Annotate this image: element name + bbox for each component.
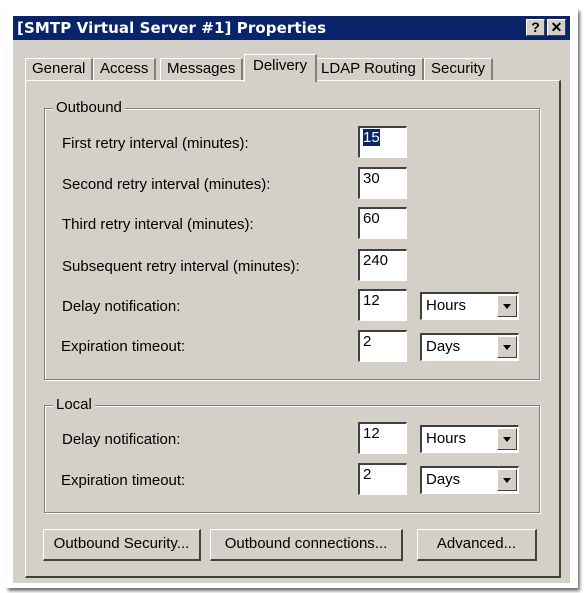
chevron-down-icon	[503, 478, 511, 483]
chevron-down-icon	[503, 304, 511, 309]
local-delay-notification-label: Delay notification:	[62, 431, 181, 448]
local-expiration-timeout-unit-select[interactable]: Days	[420, 466, 519, 494]
local-expiration-timeout-label: Expiration timeout:	[61, 472, 186, 489]
outbound-security-button[interactable]: Outbound Security...	[43, 529, 201, 561]
outbound-connections-button[interactable]: Outbound connections...	[210, 529, 403, 561]
advanced-button[interactable]: Advanced...	[417, 529, 537, 561]
outbound-expiration-timeout-unit-select[interactable]: Days	[420, 333, 519, 361]
dropdown-button[interactable]	[497, 428, 517, 450]
first-retry-input[interactable]: 15	[358, 126, 407, 158]
local-expiration-timeout-input[interactable]: 2	[358, 463, 407, 495]
tab-delivery[interactable]: Delivery	[244, 54, 318, 82]
close-icon: ✕	[550, 19, 563, 35]
tab-general[interactable]: General	[25, 58, 94, 80]
title-bar[interactable]: [SMTP Virtual Server #1] Properties ? ✕	[13, 16, 570, 40]
dropdown-button[interactable]	[497, 295, 517, 317]
help-button[interactable]: ?	[526, 19, 545, 36]
tab-ldap-routing[interactable]: LDAP Routing	[314, 58, 424, 80]
first-retry-label: First retry interval (minutes):	[62, 135, 249, 152]
second-retry-label: Second retry interval (minutes):	[62, 176, 271, 193]
outbound-group-label: Outbound	[53, 99, 125, 116]
local-group: Local	[44, 396, 540, 513]
properties-dialog: [SMTP Virtual Server #1] Properties ? ✕ …	[13, 16, 570, 583]
outbound-expiration-timeout-label: Expiration timeout:	[61, 338, 186, 355]
chevron-down-icon	[503, 437, 511, 442]
window-title: [SMTP Virtual Server #1] Properties	[17, 19, 327, 37]
tab-access[interactable]: Access	[93, 58, 157, 80]
local-delay-notification-unit-select[interactable]: Hours	[420, 425, 519, 453]
dropdown-button[interactable]	[497, 469, 517, 491]
third-retry-input[interactable]: 60	[358, 207, 407, 239]
dropdown-button[interactable]	[497, 336, 517, 358]
local-delay-notification-input[interactable]: 12	[358, 422, 407, 454]
outbound-expiration-timeout-input[interactable]: 2	[358, 330, 407, 362]
outbound-delay-notification-unit-select[interactable]: Hours	[420, 292, 519, 320]
outbound-delay-notification-label: Delay notification:	[62, 298, 181, 315]
local-group-label: Local	[53, 396, 95, 413]
outbound-delay-notification-input[interactable]: 12	[358, 289, 407, 321]
chevron-down-icon	[503, 345, 511, 350]
subsequent-retry-input[interactable]: 240	[358, 249, 407, 281]
close-button[interactable]: ✕	[547, 19, 566, 36]
tab-messages[interactable]: Messages	[160, 58, 244, 80]
subsequent-retry-label: Subsequent retry interval (minutes):	[62, 258, 300, 275]
second-retry-input[interactable]: 30	[358, 167, 407, 199]
third-retry-label: Third retry interval (minutes):	[62, 216, 254, 233]
tab-security[interactable]: Security	[424, 58, 494, 80]
